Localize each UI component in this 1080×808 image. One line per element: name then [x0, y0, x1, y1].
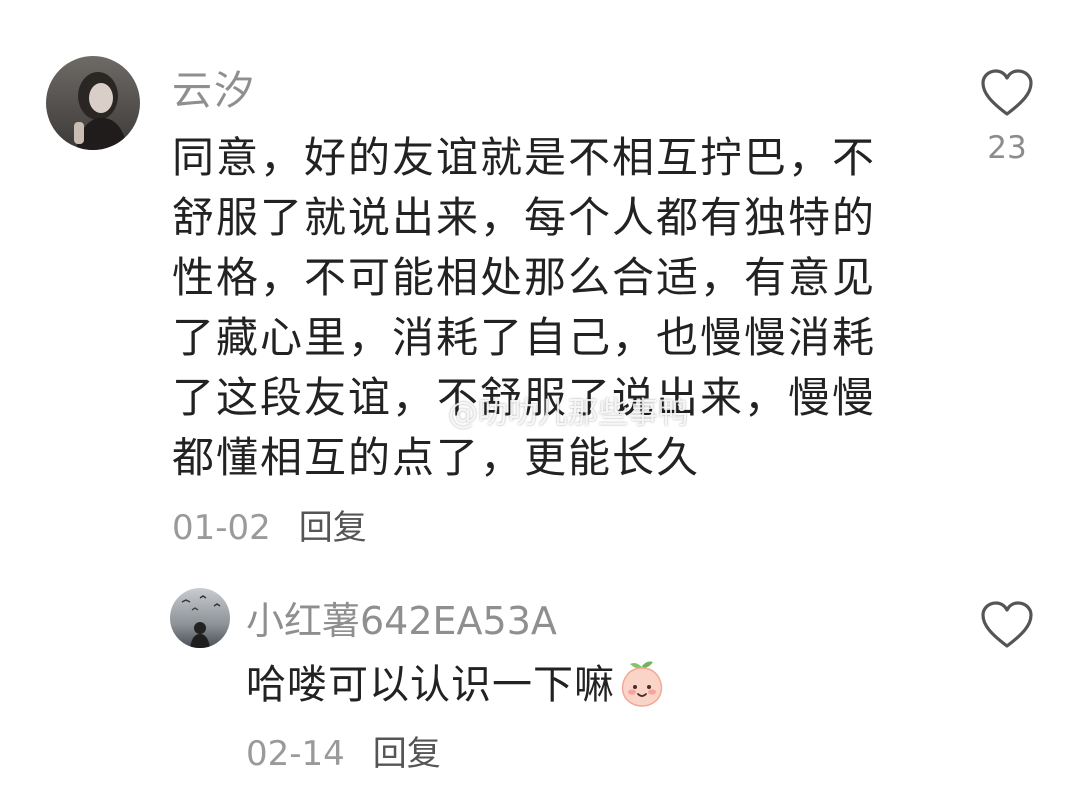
- like-button[interactable]: 23: [972, 68, 1042, 166]
- reply-button[interactable]: 回复: [373, 734, 441, 774]
- comment-meta: 02-14 回复: [246, 726, 441, 775]
- like-button[interactable]: [972, 600, 1042, 654]
- like-count: 23: [987, 130, 1027, 166]
- heart-outline-icon: [981, 69, 1033, 116]
- peach-face-emoji: [617, 658, 667, 708]
- comment-text: 同意，好的友谊就是不相互拧巴，不舒服了就说出来，每个人都有独特的性格，不可能相处…: [172, 133, 877, 482]
- comment-date: 01-02: [172, 508, 271, 548]
- comment-text: 哈喽可以认识一下嘛: [246, 656, 846, 714]
- user-avatar[interactable]: [46, 56, 140, 150]
- comment-text-body: 哈喽可以认识一下嘛: [246, 662, 615, 708]
- user-avatar[interactable]: [170, 588, 230, 648]
- avatar-image: [170, 588, 230, 648]
- heart-outline-icon: [981, 601, 1033, 648]
- comment-meta: 01-02 回复: [172, 500, 367, 549]
- comment-date: 02-14: [246, 734, 345, 774]
- avatar-image: [46, 56, 140, 150]
- username[interactable]: 小红薯642EA53A: [246, 590, 557, 645]
- username[interactable]: 云汐: [172, 58, 256, 116]
- reply-button[interactable]: 回复: [299, 508, 367, 548]
